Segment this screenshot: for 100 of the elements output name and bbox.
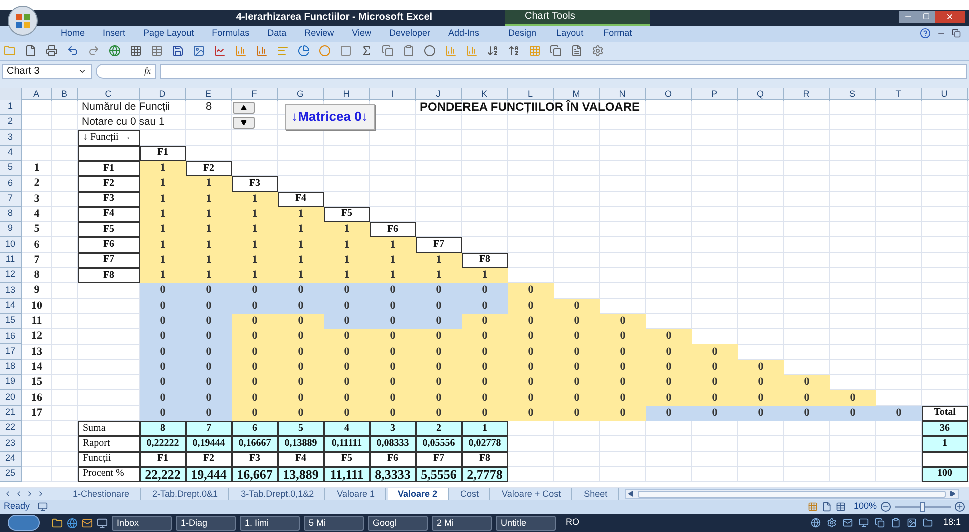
- ribbon-tab[interactable]: Insert: [94, 27, 135, 41]
- row-header[interactable]: 5: [0, 160, 22, 176]
- row-header[interactable]: 4: [0, 146, 22, 161]
- gear-icon[interactable]: [592, 44, 604, 57]
- taskbar-item[interactable]: Untitle: [496, 516, 556, 531]
- sheet-tab[interactable]: Valoare 2: [388, 488, 449, 500]
- clipboard-icon[interactable]: [403, 44, 415, 57]
- zoom-in-icon[interactable]: [955, 502, 965, 512]
- row-header[interactable]: 17: [0, 344, 22, 360]
- formula-field[interactable]: [160, 64, 967, 80]
- oval-icon[interactable]: [424, 44, 436, 57]
- column-header[interactable]: R: [784, 88, 830, 102]
- taskbar-item[interactable]: 1-Diag: [176, 516, 236, 531]
- row-header[interactable]: 3: [0, 130, 22, 146]
- column-header[interactable]: L: [508, 88, 554, 102]
- page-icon[interactable]: [25, 44, 37, 57]
- ribbon-tab[interactable]: View: [343, 27, 380, 41]
- column-header[interactable]: S: [830, 88, 876, 102]
- column-header[interactable]: G: [278, 88, 324, 102]
- taskbar-item[interactable]: 1. Iimi: [240, 516, 300, 531]
- mail-icon[interactable]: [82, 518, 93, 529]
- taskbar-item[interactable]: 2 Mi: [432, 516, 492, 531]
- last-sheet-icon[interactable]: [37, 490, 45, 498]
- first-sheet-icon[interactable]: [4, 490, 12, 498]
- grid-icon[interactable]: [130, 44, 142, 57]
- column-header[interactable]: H: [324, 88, 370, 102]
- maximize-button[interactable]: [917, 10, 935, 23]
- column-header[interactable]: O: [646, 88, 692, 102]
- previous-sheet-icon[interactable]: [15, 490, 23, 498]
- column-header[interactable]: D: [140, 88, 186, 102]
- row-header[interactable]: 24: [0, 452, 22, 467]
- copy-icon[interactable]: [382, 44, 394, 57]
- zoom-out-icon[interactable]: [881, 502, 891, 512]
- sum-icon[interactable]: [361, 44, 373, 57]
- copy-icon[interactable]: [550, 44, 562, 57]
- sort-icon[interactable]: [487, 44, 499, 57]
- ribbon-tab[interactable]: Layout: [546, 27, 594, 41]
- ribbon-tab[interactable]: Design: [498, 27, 547, 41]
- save-icon[interactable]: [172, 44, 184, 57]
- row-header[interactable]: 1: [0, 100, 22, 116]
- column-header[interactable]: Q: [738, 88, 784, 102]
- column-header[interactable]: U: [922, 88, 968, 102]
- bar-chart-icon[interactable]: [256, 44, 268, 57]
- undo-icon[interactable]: [67, 44, 79, 57]
- row-header[interactable]: 18: [0, 360, 22, 376]
- next-sheet-icon[interactable]: [26, 490, 34, 498]
- table-icon[interactable]: [151, 44, 163, 57]
- help-icon[interactable]: [920, 28, 931, 40]
- row-header[interactable]: 25: [0, 466, 22, 482]
- ribbon-tab[interactable]: Home: [52, 27, 94, 41]
- ribbon-tab[interactable]: Developer: [380, 27, 440, 41]
- taskbar-item[interactable]: Googl: [368, 516, 428, 531]
- shape-icon[interactable]: [340, 44, 352, 57]
- globe-icon[interactable]: [67, 518, 78, 529]
- folder-icon[interactable]: [52, 518, 63, 529]
- row-header[interactable]: 11: [0, 252, 22, 268]
- right-arrow-icon[interactable]: [950, 491, 956, 498]
- ribbon-tab[interactable]: Add-Ins: [440, 27, 489, 41]
- left-arrow-icon[interactable]: [628, 491, 634, 498]
- spin-down-button[interactable]: [233, 116, 255, 129]
- page-break-icon[interactable]: [836, 502, 846, 512]
- page-layout-icon[interactable]: [822, 502, 832, 512]
- name-box[interactable]: Chart 3: [2, 64, 92, 80]
- insert-function-button[interactable]: fx: [96, 64, 156, 80]
- minimize-button[interactable]: [899, 10, 917, 23]
- row-header[interactable]: 6: [0, 176, 22, 192]
- column-header[interactable]: M: [554, 88, 600, 102]
- zoom-level[interactable]: 100%: [854, 500, 877, 514]
- row-header[interactable]: 8: [0, 206, 22, 222]
- tray-icon[interactable]: [891, 518, 902, 528]
- sort-icon[interactable]: [508, 44, 520, 57]
- document-icon[interactable]: [571, 44, 583, 57]
- macro-record-icon[interactable]: [38, 502, 48, 512]
- ribbon-tab[interactable]: Page Layout: [134, 27, 204, 41]
- tray-icon[interactable]: [923, 518, 934, 528]
- language-indicator[interactable]: RO: [566, 516, 580, 530]
- ribbon-tab[interactable]: Format: [594, 27, 642, 41]
- row-header[interactable]: 20: [0, 390, 22, 406]
- ribbon-tab[interactable]: Review: [296, 27, 344, 41]
- column-header[interactable]: N: [600, 88, 646, 102]
- column-header[interactable]: T: [876, 88, 922, 102]
- taskbar-item[interactable]: Inbox: [112, 516, 172, 531]
- column-header[interactable]: F: [232, 88, 278, 102]
- picture-icon[interactable]: [193, 44, 205, 57]
- tray-icon[interactable]: [875, 518, 886, 528]
- column-header[interactable]: B: [52, 88, 78, 102]
- scrollbar-thumb[interactable]: [638, 490, 946, 498]
- globe-icon[interactable]: [109, 44, 121, 57]
- restore-icon[interactable]: [952, 29, 961, 38]
- row-header[interactable]: 16: [0, 329, 22, 344]
- tray-icon[interactable]: [859, 518, 870, 528]
- tray-icon[interactable]: [843, 518, 854, 528]
- row-header[interactable]: 22: [0, 420, 22, 436]
- row-header[interactable]: 10: [0, 237, 22, 253]
- row-header[interactable]: 13: [0, 283, 22, 299]
- column-header[interactable]: K: [462, 88, 508, 102]
- row-header[interactable]: 2: [0, 115, 22, 130]
- horizontal-scrollbar[interactable]: [624, 489, 959, 500]
- start-button[interactable]: [8, 515, 40, 532]
- redo-icon[interactable]: [88, 44, 100, 57]
